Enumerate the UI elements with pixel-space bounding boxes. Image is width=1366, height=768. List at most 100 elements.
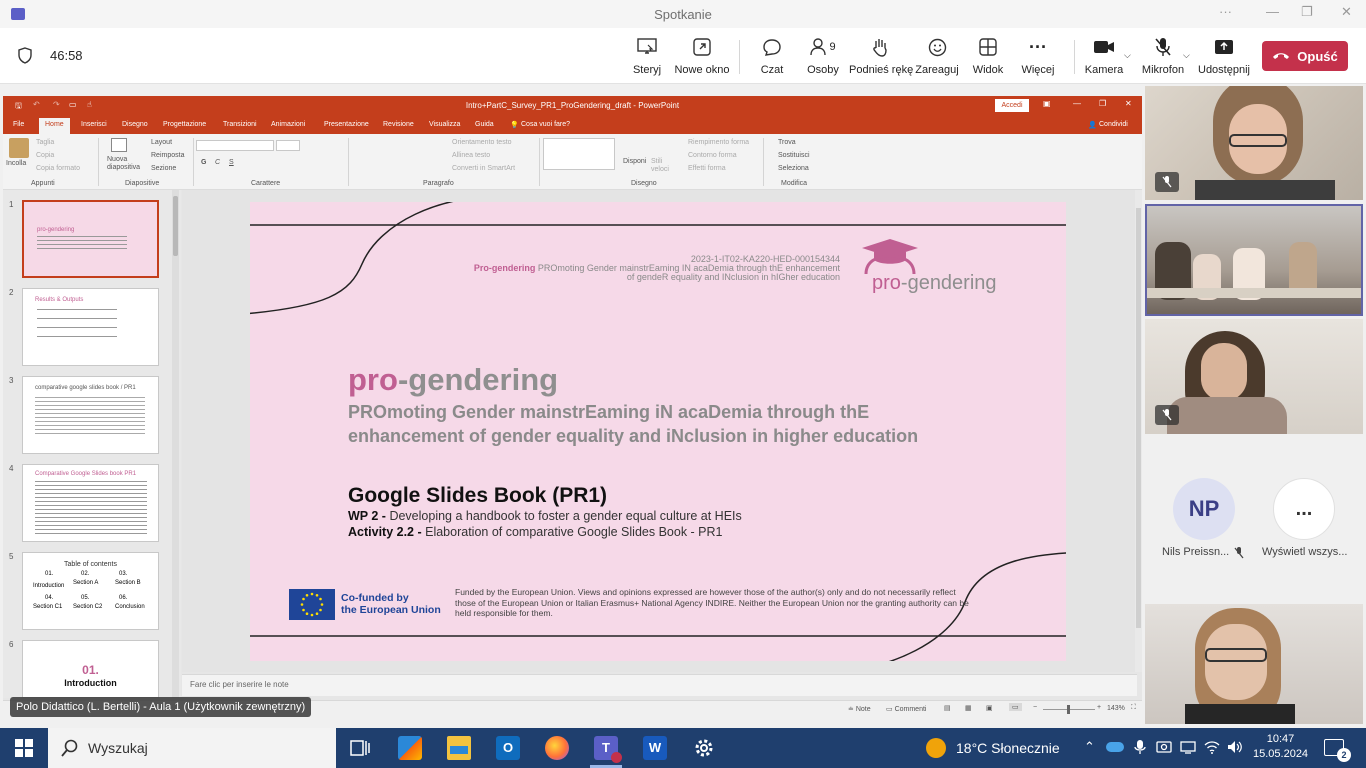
layout-button[interactable]: Layout	[151, 139, 172, 146]
shape-outline-button[interactable]: Contorno forma	[688, 152, 737, 159]
sorter-view-icon[interactable]: ▦	[965, 704, 972, 712]
leave-button[interactable]: Opuść	[1262, 41, 1348, 71]
task-view-icon[interactable]	[348, 736, 372, 760]
arrange-button[interactable]: Disponi	[623, 158, 646, 165]
video-tile-participant-3[interactable]	[1145, 319, 1363, 434]
thumbs-scroll-thumb[interactable]	[173, 196, 178, 256]
popout-button[interactable]: Nowe okno	[671, 36, 733, 76]
notes-toggle-button[interactable]: ≐ Note	[848, 705, 871, 713]
weather-widget[interactable]: 18°C Słonecznie	[926, 738, 1060, 758]
text-direction-button[interactable]: Orientamento testo	[452, 139, 512, 146]
minimize-icon[interactable]: —	[1266, 4, 1279, 19]
cut-button[interactable]: Taglia	[36, 139, 54, 146]
ribbon-display-icon[interactable]: ▣	[1043, 99, 1051, 108]
shape-effects-button[interactable]: Effetti forma	[688, 165, 726, 172]
ppt-maximize-icon[interactable]: ❐	[1099, 99, 1106, 108]
new-slide-icon[interactable]	[111, 138, 127, 152]
tab-transitions[interactable]: Transizioni	[223, 121, 257, 128]
select-button[interactable]: Seleziona	[778, 165, 809, 172]
shape-fill-button[interactable]: Riempimento forma	[688, 139, 749, 146]
slide-thumbnail-6[interactable]: 01. Introduction	[22, 640, 159, 698]
settings-gear-icon[interactable]	[692, 736, 716, 760]
mic-chevron-down-icon[interactable]: ⌵	[1183, 50, 1190, 61]
video-tile-classroom[interactable]	[1145, 204, 1363, 316]
teams-taskbar-icon[interactable]: T	[594, 736, 622, 763]
normal-view-icon[interactable]: ▤	[944, 704, 951, 712]
underline-icon[interactable]: S	[229, 159, 234, 166]
tab-file[interactable]: File	[13, 121, 24, 128]
canvas-scroll-thumb[interactable]	[1136, 208, 1141, 628]
notification-center-icon[interactable]: 2	[1324, 739, 1351, 762]
smartart-button[interactable]: Converti in SmartArt	[452, 165, 515, 172]
tab-animations[interactable]: Animazioni	[271, 121, 305, 128]
more-icon[interactable]: ···	[1219, 4, 1232, 19]
chevron-up-icon[interactable]: ⌃	[1084, 739, 1100, 755]
tab-home[interactable]: Home	[39, 118, 70, 134]
slide-thumbnail-3[interactable]: comparative google slides book / PR1	[22, 376, 159, 454]
outlook-icon[interactable]: O	[496, 736, 520, 760]
avatar[interactable]: NP	[1173, 478, 1235, 540]
file-explorer-icon[interactable]	[447, 736, 471, 760]
people-button[interactable]: 9 Osoby	[792, 36, 854, 76]
align-text-button[interactable]: Allinea testo	[452, 152, 490, 159]
share-ppt-button[interactable]: Condividi	[1099, 121, 1128, 128]
video-tile-participant-1[interactable]	[1145, 86, 1363, 200]
format-painter-button[interactable]: Copia formato	[36, 165, 80, 172]
camera-tray-icon[interactable]	[1156, 739, 1172, 755]
signin-button[interactable]: Accedi	[995, 99, 1029, 112]
volume-icon[interactable]	[1226, 739, 1242, 755]
share-button[interactable]: Udostępnij	[1193, 36, 1255, 76]
tell-me-search[interactable]: Cosa vuoi fare?	[521, 121, 570, 128]
onedrive-icon[interactable]	[1106, 742, 1124, 752]
tab-view[interactable]: Visualizza	[429, 121, 460, 128]
thumbs-scrollbar[interactable]	[172, 190, 179, 698]
taskbar-clock[interactable]: 10:47 15.05.2024	[1253, 732, 1308, 762]
network-tray-icon[interactable]	[1180, 739, 1196, 755]
slide-thumbnail-5[interactable]: Table of contents 01. Introduction 02. S…	[22, 552, 159, 630]
zoom-level[interactable]: 143%	[1107, 705, 1125, 712]
fit-slide-icon[interactable]: ⛶	[1131, 704, 1136, 712]
wifi-icon[interactable]	[1204, 739, 1220, 755]
bold-icon[interactable]: G	[201, 159, 206, 166]
reading-view-icon[interactable]: ▣	[986, 704, 993, 712]
zoom-slider-thumb[interactable]	[1067, 705, 1070, 714]
find-button[interactable]: Trova	[778, 139, 796, 146]
tab-review[interactable]: Revisione	[383, 121, 414, 128]
ppt-close-icon[interactable]: ✕	[1125, 99, 1132, 108]
camera-chevron-down-icon[interactable]: ⌵	[1124, 50, 1131, 61]
raise-hand-button[interactable]: Podnieś rękę	[849, 36, 913, 76]
tab-slideshow[interactable]: Presentazione	[324, 121, 369, 128]
reset-button[interactable]: Reimposta	[151, 152, 184, 159]
taskbar-search[interactable]: Wyszukaj	[48, 728, 336, 768]
canvas-scrollbar[interactable]	[1135, 190, 1142, 672]
video-tile-participant-4[interactable]	[1145, 604, 1363, 724]
italic-icon[interactable]: C	[215, 159, 220, 166]
comments-toggle-button[interactable]: ▭ Commenti	[886, 705, 926, 713]
close-icon[interactable]: ✕	[1341, 4, 1352, 20]
section-button[interactable]: Sezione	[151, 165, 176, 172]
zoom-in-icon[interactable]: +	[1097, 704, 1101, 711]
font-name-input[interactable]	[196, 140, 274, 151]
zoom-out-icon[interactable]: −	[1033, 704, 1037, 711]
shapes-gallery[interactable]	[543, 138, 615, 170]
tab-help[interactable]: Guida	[475, 121, 494, 128]
ppt-minimize-icon[interactable]: —	[1073, 99, 1081, 108]
slide-thumbnail-4[interactable]: Comparative Google Slides book PR1	[22, 464, 159, 542]
font-size-input[interactable]	[276, 140, 300, 151]
stop-sharing-button[interactable]: Sterуj	[616, 36, 678, 76]
slide-thumbnail-1[interactable]: pro-gendering	[22, 200, 159, 278]
paste-button[interactable]: Incolla	[6, 160, 26, 167]
notes-pane[interactable]: Fare clic per inserire le note	[182, 674, 1137, 696]
word-icon[interactable]: W	[643, 736, 667, 760]
view-all-button[interactable]: ...	[1273, 478, 1335, 540]
new-slide-button[interactable]: Nuova diapositiva	[107, 156, 140, 172]
maximize-icon[interactable]: ❐	[1301, 4, 1313, 20]
slide[interactable]: 2023-1-IT02-KA220-HED-000154344 Pro-gend…	[250, 202, 1066, 661]
slideshow-view-icon[interactable]: ▭	[1009, 703, 1022, 711]
microphone-tray-icon[interactable]	[1132, 739, 1148, 755]
replace-button[interactable]: Sostituisci	[778, 152, 810, 159]
more-button[interactable]: ··· Więcej	[1007, 36, 1069, 77]
quick-styles-button[interactable]: Stili veloci	[651, 158, 673, 174]
tab-draw[interactable]: Disegno	[122, 121, 148, 128]
tab-design[interactable]: Progettazione	[163, 121, 206, 128]
